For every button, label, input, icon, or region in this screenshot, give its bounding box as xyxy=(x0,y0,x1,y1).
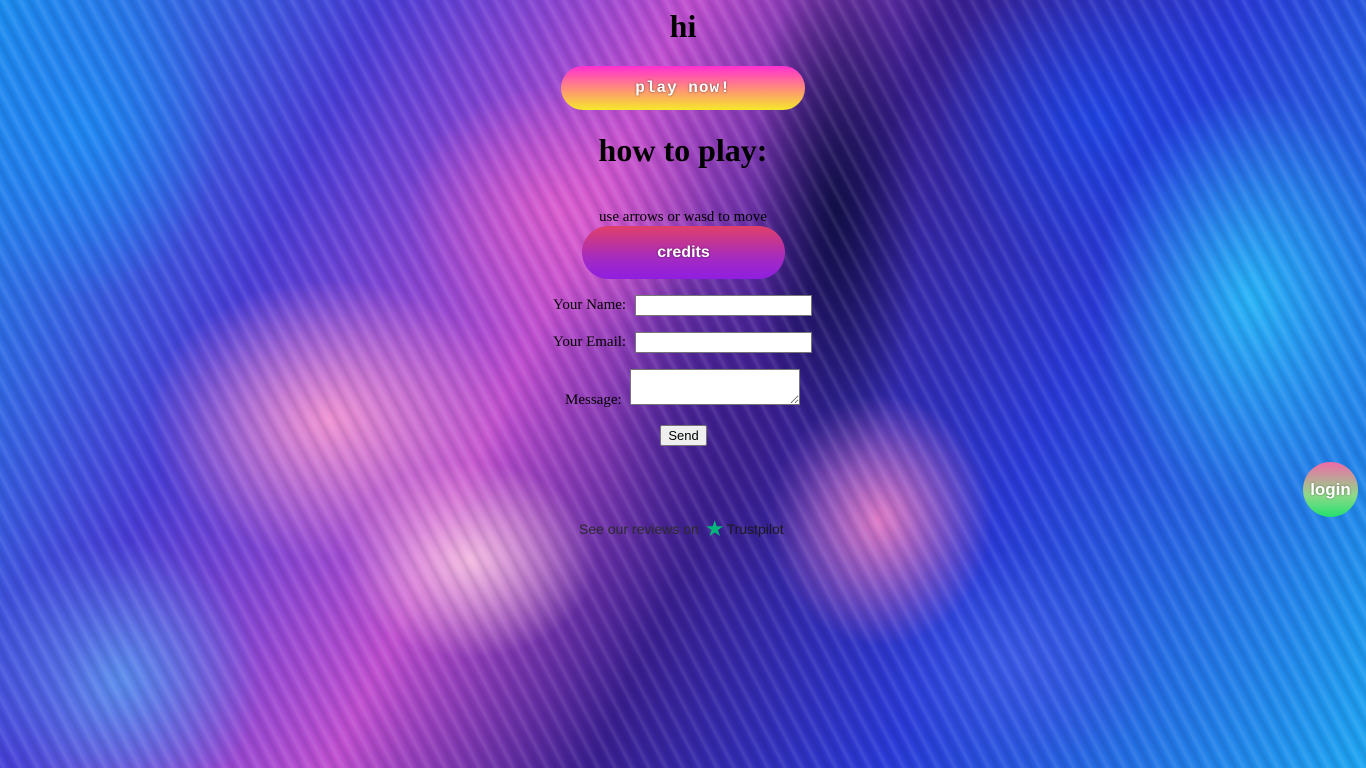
email-label: Your Email: xyxy=(553,334,627,350)
trustpilot-brand: Trustpilot xyxy=(726,521,784,537)
trustpilot-reviews-link[interactable]: See our reviews on ★ Trustpilot xyxy=(579,517,784,541)
page-content: hi play now! how to play: use arrows or … xyxy=(0,0,1366,768)
message-field[interactable] xyxy=(630,369,800,405)
how-to-play-instructions: use arrows or wasd to move xyxy=(599,209,767,225)
login-button[interactable]: login xyxy=(1303,462,1358,517)
name-field[interactable] xyxy=(635,295,812,316)
name-label: Your Name: xyxy=(553,297,627,313)
email-field[interactable] xyxy=(635,332,812,353)
credits-button[interactable]: credits xyxy=(582,226,785,279)
reviews-text: See our reviews on xyxy=(579,521,699,537)
send-button[interactable]: Send xyxy=(660,425,707,446)
play-now-button[interactable]: play now! xyxy=(561,66,805,110)
star-icon: ★ xyxy=(704,516,725,541)
how-to-play-heading: how to play: xyxy=(598,132,768,168)
page-title: hi xyxy=(669,8,697,44)
message-label: Message: xyxy=(565,392,622,408)
